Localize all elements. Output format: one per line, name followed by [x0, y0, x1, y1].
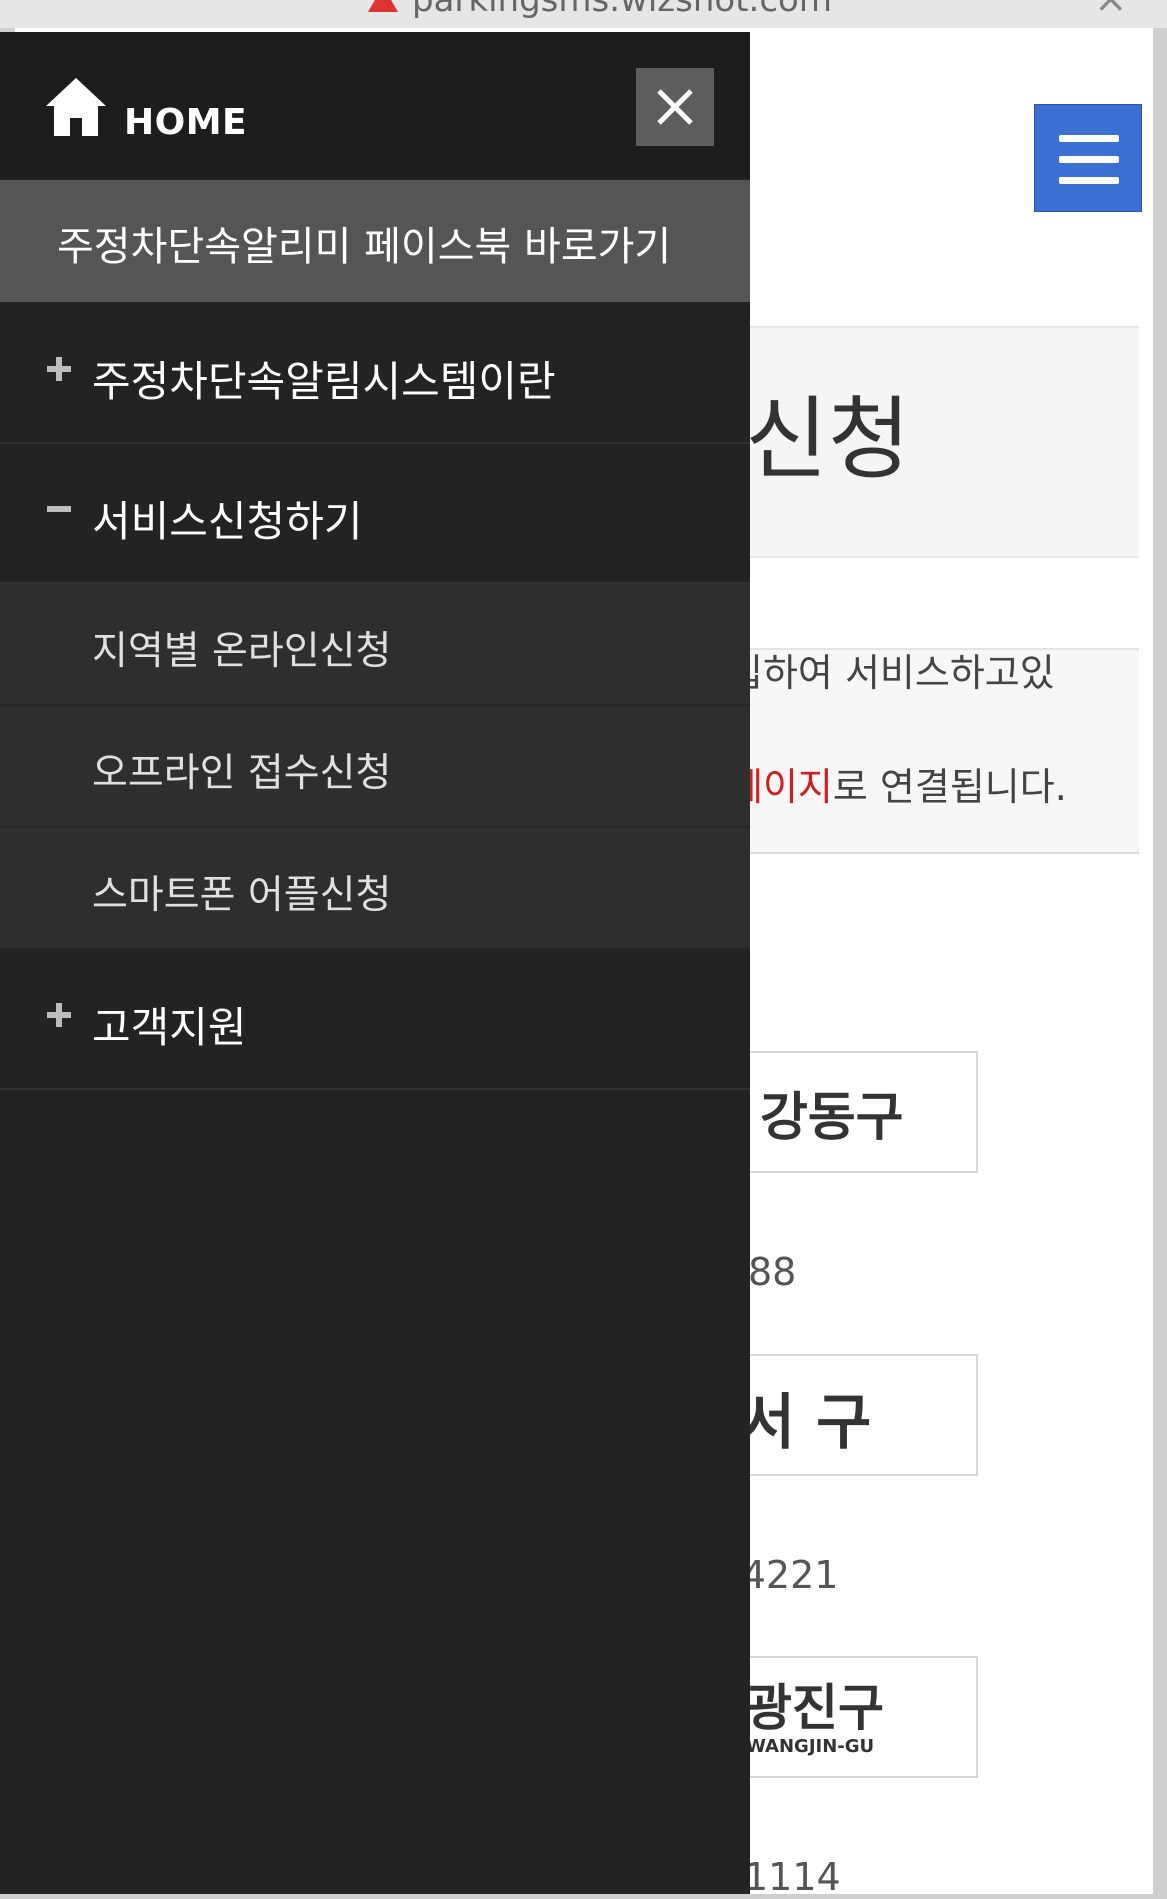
district-logo-subtext: WANGJIN-GU — [746, 1736, 875, 1757]
menu-item-service-apply[interactable]: 서비스신청하기 — [0, 444, 750, 584]
home-icon[interactable] — [44, 76, 108, 138]
side-drawer-menu: HOME 주정차단속알리미 페이스북 바로가기 주정차단속알림시스템이란 서비스… — [0, 32, 750, 1894]
district-logo-text: 강동구 — [760, 1088, 904, 1148]
submenu-item-offline-apply[interactable]: 오프라인 접수신청 — [0, 706, 750, 828]
browser-url-bar[interactable]: parkingsms.wizshot.com × — [0, 0, 1167, 29]
submenu-item-app-apply[interactable]: 스마트폰 어플신청 — [0, 828, 750, 950]
submenu-item-label: 지역별 온라인신청 — [92, 629, 392, 674]
menu-item-label: 고객지원 — [92, 1003, 247, 1052]
page-title: 신청 — [745, 387, 911, 492]
home-link[interactable]: HOME — [124, 102, 247, 143]
close-tab-icon[interactable]: × — [1094, 0, 1128, 22]
url-text[interactable]: parkingsms.wizshot.com — [412, 0, 832, 20]
close-drawer-button[interactable] — [636, 68, 714, 146]
warning-icon — [368, 0, 398, 12]
menu-item-label: 서비스신청하기 — [92, 497, 363, 546]
district-phone: 88 — [748, 1250, 797, 1294]
submenu-item-label: 오프라인 접수신청 — [92, 751, 392, 796]
notice-text-line2: 페이지로 연결됩니다. — [728, 756, 1067, 811]
facebook-shortcut-link[interactable]: 주정차단속알리미 페이스북 바로가기 — [0, 180, 750, 302]
close-icon — [657, 89, 693, 125]
notice-text-rest: 로 연결됩니다. — [832, 765, 1067, 809]
hamburger-menu-button[interactable] — [1034, 104, 1142, 212]
menu-item-label: 주정차단속알림시스템이란 — [92, 357, 556, 406]
district-phone: 1114 — [744, 1855, 841, 1899]
menu-item-customer-support[interactable]: 고객지원 — [0, 950, 750, 1090]
menu-item-about-system[interactable]: 주정차단속알림시스템이란 — [0, 304, 750, 444]
drawer-header: HOME — [0, 32, 750, 178]
hamburger-menu-icon — [1059, 135, 1119, 142]
submenu-item-label: 스마트폰 어플신청 — [92, 873, 392, 918]
submenu-item-online-apply[interactable]: 지역별 온라인신청 — [0, 584, 750, 706]
minus-icon — [47, 506, 71, 512]
plus-icon — [47, 1003, 71, 1027]
facebook-shortcut-label: 주정차단속알리미 페이스북 바로가기 — [57, 224, 672, 270]
district-logo-text: 광진구 — [746, 1679, 884, 1737]
notice-text-line1: 입하여 서비스하고있 — [728, 651, 1055, 695]
plus-icon — [47, 357, 71, 381]
district-logo-text: 서 구 — [740, 1388, 872, 1458]
